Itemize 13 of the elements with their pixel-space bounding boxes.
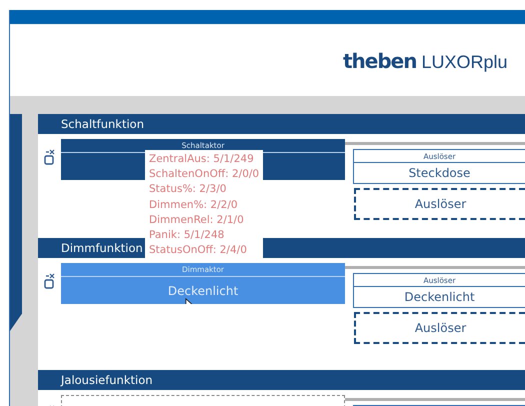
group-address-line: ZentralAus: 5/1/249 [149,152,254,167]
group-address-line: Status%: 2/3/0 [149,182,226,198]
group-address-line: DimmenRel: 2/1/0 [149,212,244,228]
group-address-line: StatusOnOff: 2/4/0 [149,243,247,258]
brand-logo: theben [343,48,416,72]
group-address-line: Dimmen%: 2/2/0 [149,198,238,213]
actor-name: Deckenlicht [168,284,238,298]
product-name: LUXORplu [421,52,508,72]
trigger-name: Deckenlicht [404,290,475,304]
section-header: Jalousiefunktion [38,370,525,390]
trigger-name: Steckdose [408,166,470,180]
section-header: Schaltfunktion [38,114,525,134]
group-address-line: SchaltenOnOff: 2/0/0 [149,167,260,182]
